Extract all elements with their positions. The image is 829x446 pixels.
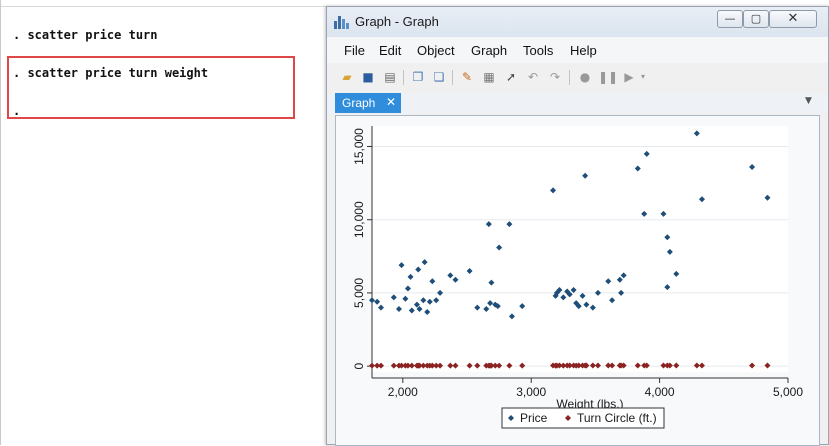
x-tick-label: 3,000: [516, 385, 546, 399]
y-tick-label: 15,000: [352, 128, 366, 165]
window-title: Graph - Graph: [355, 14, 439, 29]
undo-icon[interactable]: ↶: [525, 69, 541, 85]
graph-editor-icon[interactable]: ✎: [459, 69, 475, 85]
toolbar-separator: [403, 70, 404, 85]
title-bar[interactable]: Graph - Graph — ▢ ✕: [327, 7, 828, 37]
legend-turn-label: Turn Circle (ft.): [577, 411, 657, 425]
tab-dropdown-icon[interactable]: ▼: [805, 96, 812, 106]
pause-icon[interactable]: ❚❚: [598, 69, 618, 85]
y-tick-label: 0: [352, 362, 366, 369]
toolbar: ▰ ■ ▤ ❐ ❏ ✎ ▦ ➚ ↶ ↷ ● ❚❚ ▶ ▾: [327, 65, 828, 91]
toolbar-separator: [569, 70, 570, 85]
close-button[interactable]: ✕: [769, 10, 817, 28]
y-tick-label: 10,000: [352, 201, 366, 238]
copy-graph-icon[interactable]: ❏: [431, 69, 447, 85]
plot-region: [372, 126, 788, 372]
graph-area: 0 5,000 10,000 15,000 2,000 3,000 4,000 5,000 We…: [335, 115, 820, 446]
object-browser-icon[interactable]: ▦: [481, 69, 497, 85]
x-tick-label: 2,000: [388, 385, 418, 399]
pane-divider: [1, 6, 327, 7]
minimize-button[interactable]: —: [717, 10, 743, 28]
play-dropdown-icon[interactable]: ▾: [635, 69, 651, 85]
menu-tools[interactable]: Tools: [523, 43, 553, 58]
copy-icon[interactable]: ❐: [410, 69, 426, 85]
menu-bar: File Edit Object Graph Tools Help: [327, 37, 828, 63]
menu-object[interactable]: Object: [417, 43, 455, 58]
menu-edit[interactable]: Edit: [379, 43, 401, 58]
x-tick-label: 4,000: [645, 385, 675, 399]
command-line-1: . scatter price turn: [13, 28, 158, 42]
legend-price-label: Price: [520, 411, 548, 425]
maximize-button[interactable]: ▢: [743, 10, 769, 28]
tab-row: Graph ✕ ▼: [327, 93, 828, 113]
graph-window: Graph - Graph — ▢ ✕ File Edit Object Gra…: [326, 6, 829, 446]
save-icon[interactable]: ■: [360, 69, 376, 85]
pointer-icon[interactable]: ➚: [503, 69, 519, 85]
record-icon[interactable]: ●: [577, 69, 593, 85]
results-pane: . scatter price turn . scatter price tur…: [0, 0, 327, 445]
tab-graph[interactable]: Graph ✕: [335, 93, 401, 113]
open-icon[interactable]: ▰: [339, 69, 355, 85]
scatter-chart: 05,00010,00015,0002,000 3,000 4,000 5,000We…: [352, 126, 803, 429]
y-tick-label: 5,000: [352, 278, 366, 308]
menu-graph[interactable]: Graph: [471, 43, 507, 58]
menu-help[interactable]: Help: [570, 43, 597, 58]
print-icon[interactable]: ▤: [382, 69, 398, 85]
toolbar-separator: [452, 70, 453, 85]
x-tick-label: 5,000: [773, 385, 803, 399]
menu-file[interactable]: File: [344, 43, 365, 58]
tab-label: Graph: [342, 96, 376, 110]
tab-close-icon[interactable]: ✕: [386, 95, 396, 109]
redo-icon[interactable]: ↷: [547, 69, 563, 85]
graph-app-icon: [334, 15, 350, 29]
highlight-box: [7, 56, 295, 119]
